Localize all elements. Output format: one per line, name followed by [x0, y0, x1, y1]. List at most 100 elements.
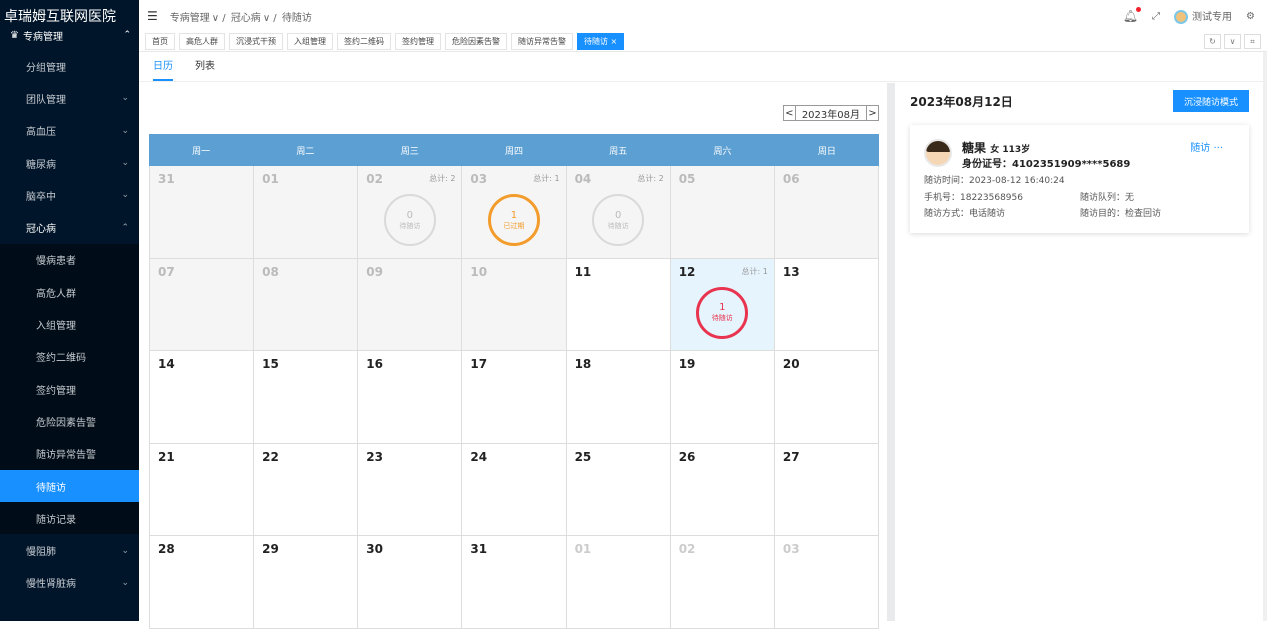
sidebar-item[interactable]: 高危人群 — [0, 276, 139, 309]
day-total: 总计: 1 — [741, 266, 768, 276]
followup-count-badge[interactable]: 1 待随访 — [696, 286, 749, 339]
page-tab[interactable]: 入组管理 — [287, 33, 333, 50]
chevron-up-icon: ⌃ — [121, 222, 129, 233]
sidebar-item[interactable]: 脑卒中 ⌄ — [0, 179, 139, 211]
chevron-down-icon[interactable]: ∨ — [1224, 34, 1241, 49]
day-number: 25 — [574, 449, 592, 464]
tab-calendar[interactable]: 日历 — [153, 52, 173, 81]
calendar-day[interactable]: 06 — [774, 166, 879, 259]
scrollbar[interactable] — [1263, 52, 1267, 621]
calendar-day[interactable]: 30 — [358, 536, 463, 629]
sidebar-item[interactable]: 慢病患者 — [0, 243, 139, 277]
expand-icon[interactable]: ⌗ — [1244, 34, 1261, 49]
day-total: 总计: 1 — [533, 174, 560, 183]
day-number: 27 — [782, 449, 800, 464]
calendar-day[interactable]: 11 — [566, 258, 671, 351]
calendar-day[interactable]: 21 — [150, 443, 255, 536]
calendar-day[interactable]: 20 — [774, 351, 879, 444]
calendar-day[interactable]: 02 — [670, 536, 775, 629]
menu-toggle-icon[interactable]: ☰ — [147, 9, 158, 23]
refresh-icon[interactable]: ↻ — [1204, 34, 1221, 49]
calendar-day[interactable]: 31 — [462, 536, 567, 629]
followup-count-badge[interactable]: 0 待随访 — [592, 194, 645, 246]
day-number: 03 — [782, 542, 800, 556]
page-tab[interactable]: 首页 — [145, 33, 175, 50]
calendar-day[interactable]: 19 — [670, 351, 775, 444]
sidebar-item[interactable]: 团队管理 ⌄ — [0, 82, 139, 114]
fullscreen-icon[interactable]: ⤢ — [1152, 11, 1160, 22]
weekday-label: 周六 — [713, 146, 732, 157]
calendar-day[interactable]: 28 — [150, 536, 255, 629]
calendar-day[interactable]: 12 总计: 1 1 待随访 — [670, 258, 775, 351]
sidebar-item[interactable]: 慢阻肺 ⌄ — [0, 534, 139, 566]
sidebar-item[interactable]: 待随访 — [0, 469, 139, 503]
calendar-day[interactable]: 18 — [566, 351, 671, 444]
page-tab[interactable]: 待随访 × — [577, 33, 625, 50]
calendar-day[interactable]: 25 — [566, 443, 671, 536]
sidebar-item[interactable]: 危险因素告警 — [0, 405, 139, 438]
page-tab[interactable]: 随访异常告警 — [511, 33, 573, 50]
next-month-button[interactable]: > — [866, 105, 879, 121]
tab-list[interactable]: 列表 — [195, 52, 215, 81]
calendar-day[interactable]: 13 — [774, 258, 879, 351]
calendar-day[interactable]: 02 总计: 2 0 待随访 — [358, 166, 463, 259]
sidebar-item[interactable]: 高血压 ⌄ — [0, 115, 139, 147]
calendar-day[interactable]: 03 总计: 1 1 已过期 — [462, 166, 567, 259]
crown-icon: ♛ — [10, 29, 19, 41]
calendar: < 2023年08月 > 周一 周二 周三 周四 周五 周六 周日 31 01 02 总计: 2 0… — [149, 83, 879, 629]
calendar-day[interactable]: 05 — [670, 166, 775, 259]
calendar-day[interactable]: 16 — [358, 351, 463, 444]
weekday-label: 周三 — [400, 146, 419, 157]
calendar-day[interactable]: 15 — [254, 351, 359, 444]
selected-date: 2023年08月12日 — [910, 95, 1013, 109]
day-number: 01 — [574, 542, 592, 556]
calendar-day[interactable]: 01 — [254, 166, 359, 259]
prev-month-button[interactable]: < — [782, 105, 796, 121]
calendar-day[interactable]: 29 — [254, 536, 359, 629]
calendar-day[interactable]: 23 — [358, 443, 463, 536]
sidebar-item[interactable]: 慢性肾脏病 ⌄ — [0, 567, 139, 599]
sidebar-item[interactable]: 分组管理 — [0, 50, 139, 82]
immersive-followup-button[interactable]: 沉浸随访模式 — [1173, 90, 1249, 112]
calendar-day[interactable]: 14 — [150, 351, 255, 444]
calendar-day[interactable]: 26 — [670, 443, 775, 536]
page-tab[interactable]: 沉浸式干预 — [229, 33, 283, 50]
month-label[interactable]: 2023年08月 — [795, 105, 866, 121]
page-tab[interactable]: 签约二维码 — [337, 33, 391, 50]
calendar-day[interactable]: 24 — [462, 443, 567, 536]
followup-count-badge[interactable]: 0 待随访 — [383, 194, 436, 246]
calendar-day[interactable]: 01 — [566, 536, 671, 629]
page-tab[interactable]: 危险因素告警 — [445, 33, 507, 50]
calendar-day[interactable]: 27 — [774, 443, 879, 536]
user-menu[interactable]: 测试专用 — [1174, 8, 1232, 24]
chevron-up-icon: ⌃ — [123, 30, 131, 40]
sidebar-item[interactable]: 随访记录 — [0, 502, 139, 535]
sidebar-item[interactable]: 签约二维码 — [0, 340, 139, 373]
pane-splitter[interactable] — [887, 83, 895, 621]
page-tab[interactable]: 签约管理 — [395, 33, 441, 50]
sidebar-item[interactable]: 入组管理 — [0, 308, 139, 341]
calendar-day[interactable]: 31 — [150, 166, 255, 259]
sidebar-item[interactable]: 签约管理 — [0, 372, 139, 406]
chevron-down-icon: ⌄ — [121, 190, 129, 201]
day-number: 11 — [574, 264, 592, 279]
sidebar-item[interactable]: 糖尿病 ⌄ — [0, 147, 139, 179]
patient-name: 糖果 女 113岁 — [962, 141, 1031, 155]
sidebar-item[interactable]: 随访异常告警 — [0, 437, 139, 470]
sidebar-item[interactable]: 冠心病 ⌃ — [0, 211, 139, 243]
gear-icon[interactable]: ⚙ — [1246, 11, 1255, 22]
bell-icon[interactable]: 🔔︎ — [1123, 7, 1142, 23]
day-number: 23 — [366, 449, 383, 464]
chevron-down-icon: ⌄ — [121, 577, 129, 588]
followup-link[interactable]: 随访 ··· — [1190, 139, 1223, 154]
followup-count-badge[interactable]: 1 已过期 — [487, 194, 540, 246]
calendar-day[interactable]: 08 — [254, 258, 359, 351]
calendar-day[interactable]: 10 — [462, 258, 567, 351]
calendar-day[interactable]: 22 — [254, 443, 359, 536]
calendar-day[interactable]: 03 — [774, 536, 879, 629]
calendar-day[interactable]: 17 — [462, 351, 567, 444]
calendar-day[interactable]: 07 — [150, 258, 255, 351]
calendar-day[interactable]: 04 总计: 2 0 待随访 — [566, 166, 671, 259]
page-tab[interactable]: 高危人群 — [179, 33, 225, 50]
calendar-day[interactable]: 09 — [358, 258, 463, 351]
